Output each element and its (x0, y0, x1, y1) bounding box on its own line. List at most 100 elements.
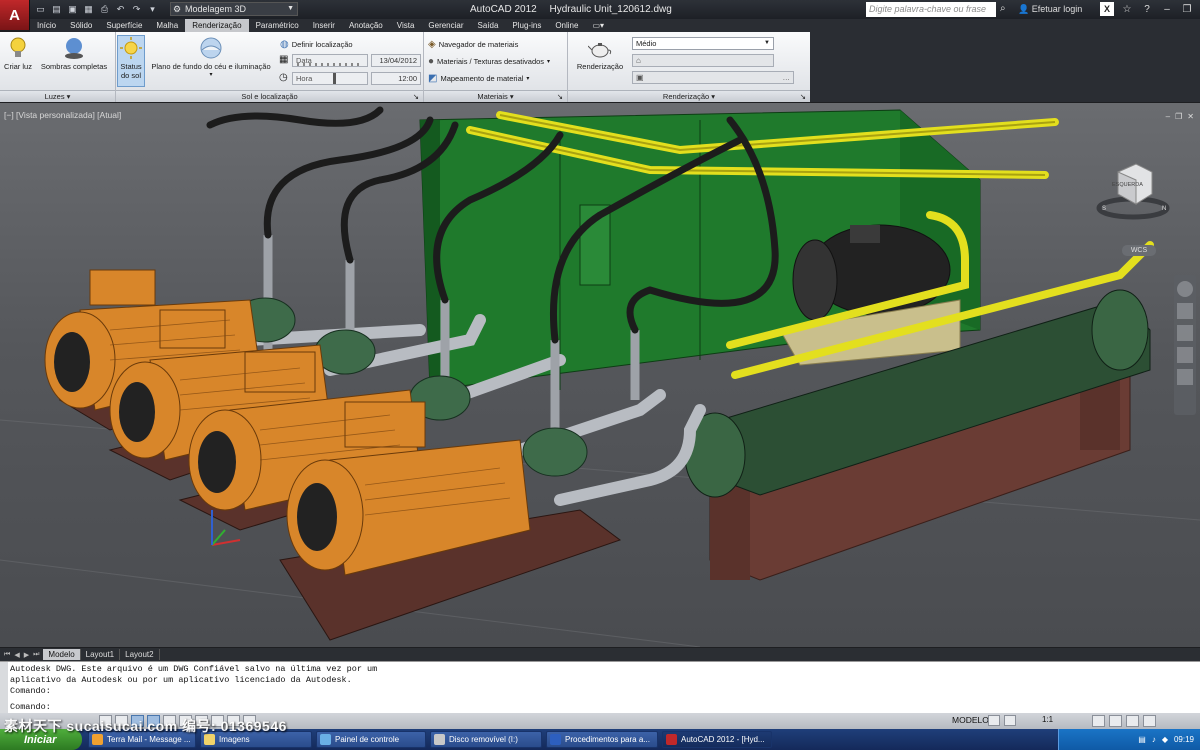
clock[interactable]: 09:19 (1174, 735, 1194, 744)
clean-screen-icon[interactable] (1143, 715, 1156, 727)
application-menu-button[interactable]: A (0, 0, 30, 30)
mapeamento-button[interactable]: ◩ Mapeamento de material ▾ (428, 73, 529, 84)
quick-view-drawings-icon[interactable] (1004, 715, 1016, 726)
help-icon[interactable]: ? (1140, 2, 1154, 16)
layout-tab[interactable]: Modelo (43, 649, 81, 660)
viewport-label[interactable]: [−] [Vista personalizada] [Atual] (4, 110, 121, 120)
ribbon-tab[interactable]: Renderização (185, 19, 249, 32)
ribbon-toggle-icon[interactable]: ▭▾ (585, 19, 611, 32)
network-icon[interactable]: ▤ (1138, 735, 1146, 744)
render-quality-dropdown[interactable]: Médio ▼ (632, 37, 774, 50)
prev-icon[interactable]: ◀ (14, 651, 19, 659)
panel-title-renderizacao[interactable]: Renderização ▾ ↘ (568, 90, 810, 102)
zoom-icon[interactable] (1177, 325, 1193, 341)
open-icon[interactable]: ▤ (50, 3, 63, 15)
redo-icon[interactable]: ↷ (130, 3, 143, 15)
orbit-icon[interactable] (1177, 347, 1193, 363)
new-icon[interactable]: ▭ (34, 3, 47, 15)
layout-tab[interactable]: Layout1 (81, 649, 121, 660)
ribbon-tab[interactable]: Saída (471, 19, 506, 32)
steering-wheel-icon[interactable] (1177, 281, 1193, 297)
status-right-icons (1092, 715, 1156, 727)
layout-tab-bar: ⏮ ◀ ▶ ⏭ Modelo Layout1 Layout2 (0, 648, 1200, 661)
data-value-field[interactable]: 13/04/2012 (371, 54, 421, 67)
viewcube[interactable]: S N ESQUERDA (1096, 160, 1170, 220)
close-icon[interactable]: ✕ (1187, 112, 1194, 121)
sombras-label: Sombras completas (40, 62, 108, 71)
binoculars-icon[interactable]: ⌕ (1000, 3, 1006, 14)
ribbon-tab[interactable]: Vista (390, 19, 422, 32)
login-button[interactable]: 👤 Efetuar login (1018, 4, 1082, 15)
print-icon[interactable]: ⎙ (98, 3, 111, 15)
hora-slider-thumb[interactable] (333, 73, 336, 84)
ribbon-tab[interactable]: Plug-ins (505, 19, 548, 32)
ribbon-tab[interactable]: Inserir (306, 19, 342, 32)
pan-icon[interactable] (1177, 303, 1193, 319)
save-icon[interactable]: ▣ (66, 3, 79, 15)
minimize-icon[interactable]: – (1160, 2, 1174, 16)
command-window-handle[interactable] (0, 662, 8, 714)
ribbon-tab[interactable]: Superfície (99, 19, 149, 32)
ribbon-tab[interactable]: Anotação (342, 19, 390, 32)
renderizacao-button[interactable]: Renderização (572, 38, 628, 71)
ribbon-tab[interactable]: Gerenciar (421, 19, 470, 32)
materials-browser-icon: ◈ (428, 39, 436, 50)
command-window[interactable]: Autodesk DWG. Este arquivo é um DWG Conf… (0, 661, 1200, 714)
dropdown-icon[interactable]: ▾ (146, 3, 159, 15)
quick-view-layouts-icon[interactable] (988, 715, 1000, 726)
command-input[interactable]: Comando: (10, 702, 51, 713)
task-disco[interactable]: Disco removível (I:) (430, 731, 542, 748)
next-icon[interactable]: ▶ (24, 651, 29, 659)
ribbon-tab[interactable]: Sólido (63, 19, 99, 32)
ribbon-tab[interactable]: Online (548, 19, 585, 32)
restore-icon[interactable]: ❐ (1175, 112, 1182, 121)
ribbon-tab[interactable]: Malha (149, 19, 185, 32)
plano-fundo-button[interactable]: Plano de fundo do céu e iluminação ▾ (148, 36, 274, 80)
hora-slider-field[interactable]: Hora (292, 72, 368, 85)
command-history-line: Autodesk DWG. Este arquivo é um DWG Conf… (10, 664, 378, 674)
definir-localizacao-button[interactable]: ◍ Definir localização (280, 39, 353, 50)
model-space-label[interactable]: MODELO (952, 715, 989, 725)
navegador-materiais-button[interactable]: ◈ Navegador de materiais (428, 39, 518, 50)
data-slider-field[interactable]: Data (292, 54, 368, 67)
hora-label: Hora (296, 74, 313, 83)
wcs-menu[interactable]: WCS (1122, 245, 1156, 256)
panel-title-materiais[interactable]: Materiais ▾ ↘ (424, 90, 567, 102)
drawing-viewport[interactable]: S N ESQUERDA WCS (0, 103, 1200, 647)
workspace-selector[interactable]: ⚙ Modelagem 3D ▼ (170, 2, 298, 16)
showmotion-icon[interactable] (1177, 369, 1193, 385)
lock-icon[interactable] (1109, 715, 1122, 727)
panel-title-sol[interactable]: Sol e localização ↘ (116, 90, 423, 102)
first-icon[interactable]: ⏮ (4, 651, 10, 659)
sombras-button[interactable]: Sombras completas (38, 36, 110, 71)
isolate-icon[interactable] (1126, 715, 1139, 727)
task-painel[interactable]: Painel de controle (316, 731, 426, 748)
sky-icon (200, 37, 222, 59)
ribbon-tab[interactable]: Paramétrico (249, 19, 306, 32)
status-do-sol-button[interactable]: Status do sol (117, 35, 145, 87)
render-preset-field[interactable]: ⌂ (632, 54, 774, 67)
save-as-icon[interactable]: ▦ (82, 3, 95, 15)
task-procedimentos[interactable]: Procedimentos para a... (546, 731, 658, 748)
volume-icon[interactable]: ♪ (1152, 735, 1156, 744)
criar-luz-button[interactable]: Criar luz (4, 36, 32, 71)
help-search-input[interactable]: Digite palavra-chave ou frase (866, 2, 996, 17)
layout-tab[interactable]: Layout2 (120, 649, 160, 660)
hora-value-field[interactable]: 12:00 (371, 72, 421, 85)
shield-icon[interactable]: ◆ (1162, 735, 1168, 744)
last-icon[interactable]: ⏭ (33, 651, 39, 659)
restore-icon[interactable]: ❐ (1180, 2, 1194, 16)
lightbulb-icon (10, 37, 26, 57)
status-do-sol-label: Status do sol (120, 62, 142, 80)
annotation-scale[interactable]: 1:1 (1042, 715, 1053, 724)
workspace-switch-icon[interactable] (1092, 715, 1105, 727)
exchange-icon[interactable]: X (1100, 2, 1114, 16)
panel-title-luzes[interactable]: Luzes ▾ (0, 90, 115, 102)
undo-icon[interactable]: ↶ (114, 3, 127, 15)
minimize-icon[interactable]: – (1166, 112, 1170, 121)
ribbon-tab[interactable]: Início (30, 19, 63, 32)
texturas-dropdown[interactable]: ● Materiais / Texturas desativados ▾ (428, 56, 550, 67)
task-autocad[interactable]: AutoCAD 2012 - [Hyd... (662, 731, 772, 748)
star-icon[interactable]: ☆ (1120, 2, 1134, 16)
render-output-field[interactable]: ▣… (632, 71, 794, 84)
